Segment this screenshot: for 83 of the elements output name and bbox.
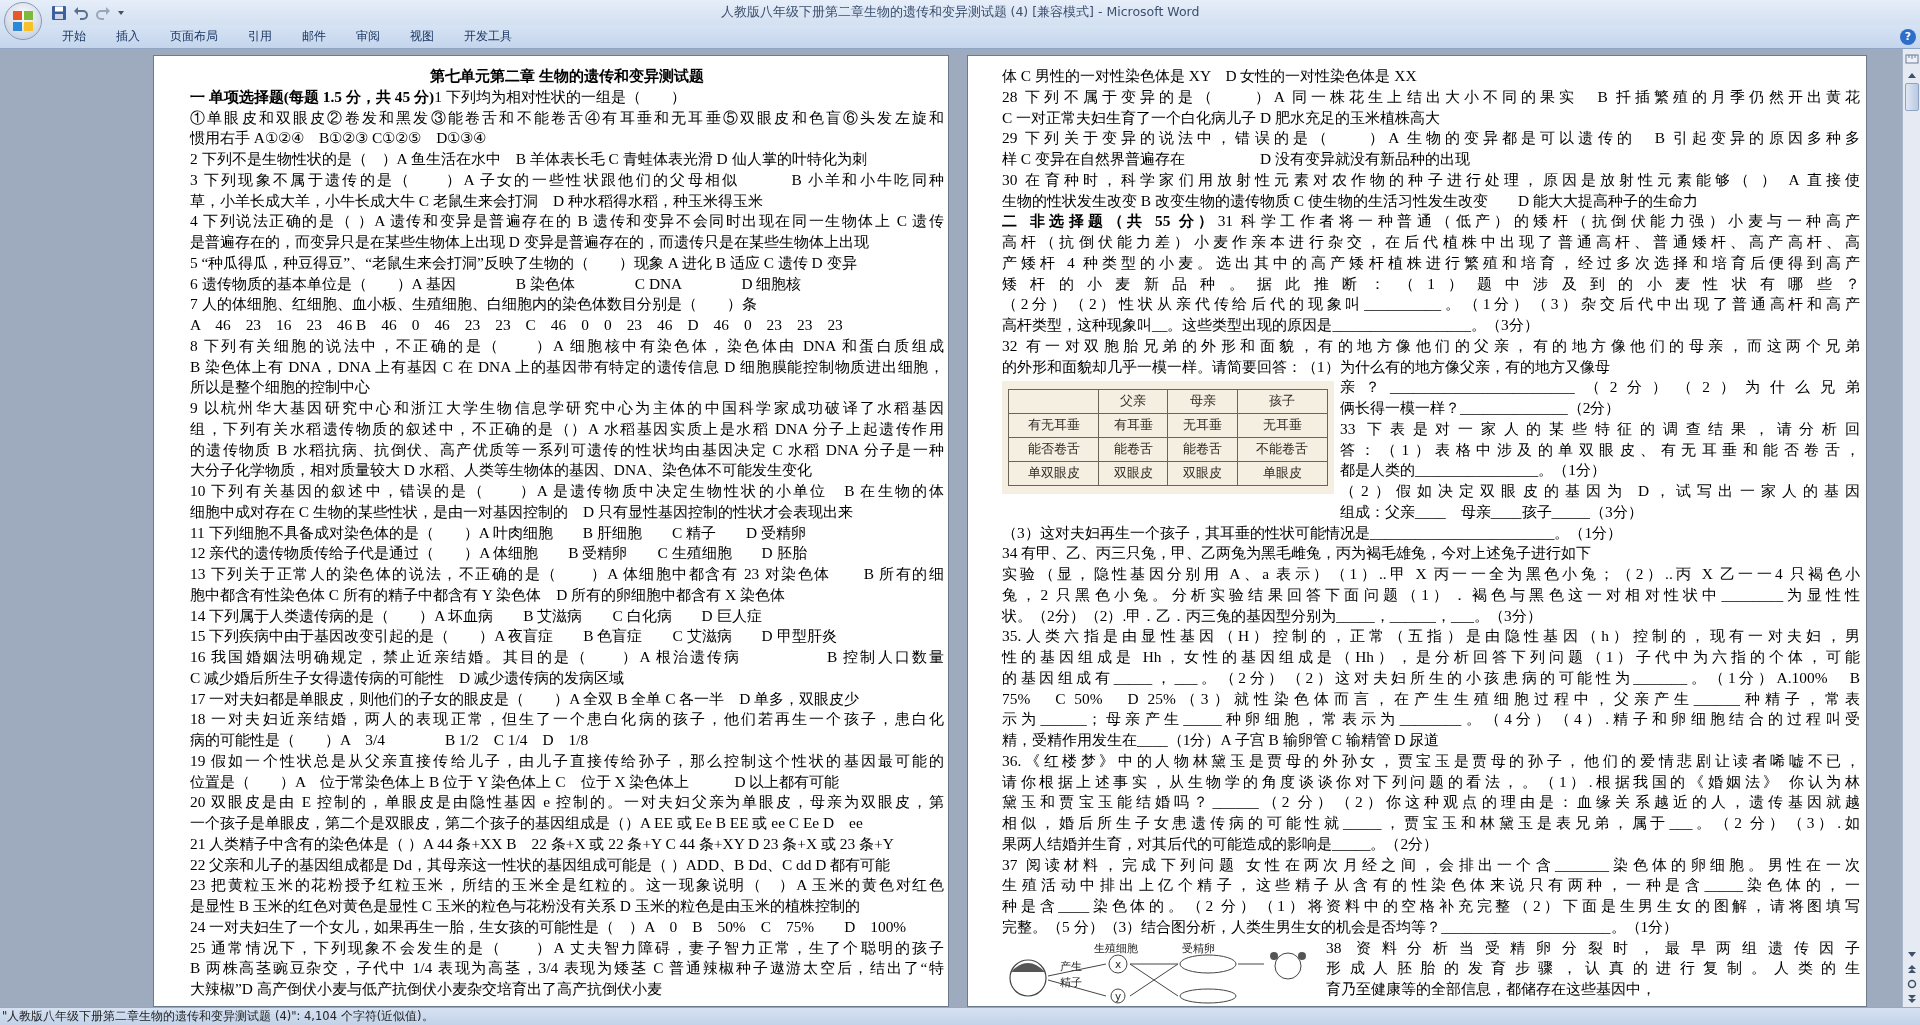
paragraph: 34 有甲、乙、丙三只兔，甲、乙两兔为黑毛雌兔，丙为褐毛雄兔，今对上述兔子进行如下 xyxy=(1002,543,1593,564)
paragraph: 4 下列说法正确的是（ ）A 遗传和变异是普遍存在的 B 遗传和变异不会同时出现在同一生物体上 C 遗传 是普遍存在的，而变异只是在某些生物体上出现 D 变异是普遍存在的，而遗传只是在某些生物体上出现 xyxy=(190,211,944,252)
paragraph: 22 父亲和儿子的基因组成都是 Dd，其母亲这一性状的基因组成可能是（ ）ADD、B Dd、C dd D 都有可能 xyxy=(190,854,892,875)
paragraph: 3 下列现象不属于遗传的是（ ）A 子女的一些性状跟他们的父母相似 B 小羊和小牛吃同种 草，小羊长成大羊，小牛长成大牛 C 老鼠生来会打洞 D 种水稻得水稻，种玉米得玉米 xyxy=(190,169,944,211)
browse-object-icon[interactable] xyxy=(1905,978,1918,990)
figure-label: x xyxy=(1114,957,1122,970)
person-head-drawing xyxy=(1009,958,1047,997)
paragraph: 8 下列有关细胞的说法中，不正确的是（ ）A 细胞核中有染色体，染色体由 DNA 和蛋白质组成 B 染色体上有 DNA，DNA 上有基因 C 在 DNA 上的基因带有特定的遗传信息 D 细胞膜能控制物质进出细胞， 所以是整个细胞的控制中心 xyxy=(190,335,944,398)
paragraph: 24 一对夫妇生了一个女儿，如果再生一胎，生女孩的可能性是（ ）A 0 B 50% C 75% D 100% xyxy=(190,916,908,937)
paragraph: 17 一对夫妇都是单眼皮，则他们的子女的眼皮是（ ）A 全双 B 全单 C 各一半 D 单多，双眼皮少 xyxy=(190,688,861,709)
paragraph: 2 下列不是生物性状的是（ ）A 鱼生活在水中 B 羊体表长毛 C 青蛙体表光滑 D 仙人掌的叶特化为刺 xyxy=(190,149,868,169)
table-cell: 无耳垂 xyxy=(1237,413,1328,438)
paragraph: 实验（显，隐性基因分别用 A、a 表示）（1）..甲 X 丙一一全为黑色小兔；（2）..丙 X 乙一一4 只褐色小 兔，2 只黑色小兔。分析实验结果回答下面问题（1）．褐色与黑色这一对相对性状中________为显性性 状。（2分）（2）.甲．乙．丙三兔的基因型分别为_____，______，___。（3分） xyxy=(1002,564,1860,626)
window-title: 人教版八年级下册第二章生物的遗传和变异测试题 (4) [兼容模式] - Microsoft Word xyxy=(719,4,1201,21)
table-cell: 有耳垂 xyxy=(1098,413,1168,438)
paragraph: 19 假如一个性状总是从父亲直接传给儿子，由儿子直接传给孙子，那么控制这个性状的基因最可能的 位置是（ ）A 位于常染色体上 B 位于 Y 染色体上 C 位于 X 染色体上 D 以上都有可能 xyxy=(190,750,944,792)
vertical-scrollbar[interactable] xyxy=(1902,49,1920,1007)
paragraph: 体 C 男性的一对性染色体是 XY D 女性的一对性染色体是 XX xyxy=(1002,66,1418,86)
paragraph: 25 通常情况下，下列现象不会发生的是（ ）A 丈夫智力障碍，妻子智力正常，生了个聪明的孩子 B 两株高茎豌豆杂交，子代中 1/4 表现为高茎，3/4 表现为矮茎 C 普通辣椒种子遨游太空后，结出了“特 大辣椒”D 高产倒伏小麦与低产抗倒伏小麦杂交培育出了高产抗倒伏小麦 xyxy=(190,937,944,999)
document-title: 第七单元第二章 生物的遗传和变异测试题 xyxy=(429,66,705,86)
table-cell: 无耳垂 xyxy=(1168,413,1238,438)
table-cell: 不能卷舌 xyxy=(1237,437,1328,462)
paragraph: 32 有一对双胞胎兄弟的外形和面貌，有的地方像他们的父亲，有的地方像他们的母亲，而这两个兄弟 的外形和面貌却几乎一模一样。请简要回答：（1）为什么有的地方像父亲，有的地方又像母 xyxy=(1002,335,1860,377)
table-cell: 单双眼皮 xyxy=(1008,461,1099,486)
paragraph: （3）这对夫妇再生一个孩子，其耳垂的性状可能情况是________________________。（1分） xyxy=(1002,522,1624,543)
paragraph: 36.《红楼梦》中的人物林黛玉是贾母的外孙女，贾宝玉是贾母的孙子，他们的爱情悲剧让读者唏嘘不已， 请你根据上述事实，从生物学的角度谈谈你对下列问题的看法，。（1）.根据我国的《婚姻法》 你认为林 黛玉和贾宝玉能结婚吗？______（2 分）（2）你这种观点的理由是：血缘关系越近的人，遗传基因就越 相似，婚后所生子女患遗传病的可能性就_____，贾宝玉和林黛玉是表兄弟，属于___。（2 分）（3）.如 果两人结婚并生育，对其后代的可能造成的影响是_____。（2分） xyxy=(1002,750,1860,854)
status-text: "人教版八年级下册第二章生物的遗传和变异测试题 (4)": 4,104 个字符(近似值)。 xyxy=(2,1009,434,1024)
column-header: 母亲 xyxy=(1168,389,1238,414)
paragraph: 6 遗传物质的基本单位是（ ）A 基因 B 染色体 C DNA D 细胞核 xyxy=(190,273,803,294)
table-cell: 单眼皮 xyxy=(1237,461,1328,486)
paragraph: 30 在育种时，科学家们用放射性元素对农作物的种子进行处理，原因是放射性元素能够（ ） A 直接使 生物的性状发生改变 B 改变生物的遗传物质 C 使生物的生活习性发生改变 D 能大大提高种子的生命力 xyxy=(1002,169,1860,211)
table-cell: 双眼皮 xyxy=(1168,461,1238,486)
figure-label: y xyxy=(1114,989,1122,1002)
paragraph: 14 下列属于人类遗传病的是（ ）A 坏血病 B 艾滋病 C 白化病 D 巨人症 xyxy=(190,605,763,626)
scroll-thumb[interactable] xyxy=(1904,83,1919,111)
paragraph: 7 人的体细胞、红细胞、血小板、生殖细胞、白细胞内的染色体数目分别是（ ）条 xyxy=(190,294,758,315)
figure-label: 生殖细胞 xyxy=(1094,941,1138,954)
ribbon-tab[interactable]: 插入 xyxy=(102,25,154,48)
save-icon[interactable] xyxy=(50,3,68,22)
paragraph: 16 我国婚姻法明确规定，禁止近亲结婚。其目的是（ ）A 根治遗传病 B 控制人口数量 C 减少婚后所生子女得遗传病的可能性 D 减少遗传病的发病区域 xyxy=(190,647,944,688)
paragraph: 15 下列疾病中由于基因改变引起的是（ ）A 夜盲症 B 色盲症 C 艾滋病 D 甲型肝炎 xyxy=(190,626,838,647)
office-logo-icon xyxy=(12,10,34,32)
table-cell: 有无耳垂 xyxy=(1008,413,1099,438)
paragraph: 一 单项选择题(每题 1.5 分，共 45 分)1 下列均为相对性状的一组是（ ） xyxy=(190,86,687,107)
figure-label: 产生 xyxy=(1060,959,1082,972)
table-cell: 双眼皮 xyxy=(1098,461,1168,486)
paragraph: 20 双眼皮是由 E 控制的，单眼皮是由隐性基因 e 控制的。一对夫妇父亲为单眼皮，母亲为双眼皮，第 一个孩子是单眼皮，第二个是双眼皮，第二个孩子的基因组成是（）A EE 或 Ee B EE 或 ee C Ee D ee xyxy=(190,792,944,833)
child-head-drawing xyxy=(1270,951,1306,979)
column-header: 父亲 xyxy=(1098,389,1168,414)
paragraph: 13 下列关于正常人的染色体的说法，不正确的是（ ）A 体细胞中都含有 23 对染色体 B 所有的细 胞中都含有性染色体 C 所有的精子中都含有 Y 染色体 D 所有的卵细胞中都含有 X 染色体 xyxy=(190,564,944,605)
ribbon-tab[interactable]: 页面布局 xyxy=(156,25,232,48)
paragraph: 10 下列有关基因的叙述中，错误的是（ ）A 是遗传物质中决定生物性状的小单位 B 在生物的体 细胞中成对存在 C 生物的某些性状，是由一对基因控制的 D 只有显性基因控制的性状才会表现出来 xyxy=(190,481,944,522)
ribbon-tab[interactable]: 开发工具 xyxy=(450,25,526,48)
paragraph: 9 以杭州华大基因研究中心和浙江大学生物信息学研究中心为主体的中国科学家成功破译了水稻基因 组，下列有关水稻遗传物质的叙述中，不正确的是（）A 水稻基因实质上是水稻 DNA 分子上起遗传作用 的遗传物质 B 水稻抗病、抗倒伏、高产优质等一系列可遗传的性状均由基因决定 C 水稻 DNA 分子是一种 大分子化学物质，相对质量较大 D 水稻、人类等生物体的基因、DNA、染色体不可能发生变化 xyxy=(190,398,944,481)
ribbon-tab[interactable]: 视图 xyxy=(396,25,448,48)
ribbon-tab[interactable]: 审阅 xyxy=(342,25,394,48)
ribbon-tab[interactable]: 邮件 xyxy=(288,25,340,48)
paragraph: 33 下表是对一家人的某些特征的调查结果，请分析回 答：（1）表格中涉及的单双眼皮、有无耳垂和能否卷舌， 都是人类的________________。（1分） xyxy=(1340,418,1860,481)
table-cell: 能否卷舌 xyxy=(1008,437,1099,462)
paragraph: 38 资料分析当受精卵分裂时，最早两组遗传因子 形成人胚胎的发育步骤，认真的进行复制。人类的生 育乃至健康等的全部信息，都储存在这些基因中， xyxy=(1326,937,1860,999)
table-cell: 能卷舌 xyxy=(1168,437,1238,462)
paragraph: 37 阅读材料，完成下列问题 女性在两次月经之间，会排出一个含_______染色体的卵细胞。男性在一次 生殖活动中排出上亿个精子，这些精子从含有的性染色体来说只有两种，一种是含_____染色体的，一 种是含____染色体的。（2 分）（1）将资料中的空格补充完整（2）下面是生男生女的图解，请将图填写 完整。（5 分）（3）结合图分析，人类生男生女的机会是否均等？______________________。（1分） xyxy=(1002,854,1860,937)
paragraph: 二 非选择题（共 55 分）31 科学工作者将一种普通（低产）的矮杆（抗倒伏能力强）小麦与一种高产 高杆（抗倒伏能力差）小麦作亲本进行杂交，在后代植株中出现了普通高杆、普通矮杆、高产高杆、高 产矮杆 4 种类型的小麦。选出其中的高产矮杆植株进行繁殖和培育，经过多次选择和培育后便得到高产 矮杆的小麦新品种。据此推断：（1）题中涉及到的小麦性状有哪些？ （2分）（2）性状从亲代传给后代的现象叫__________。（1分）（3）杂交后代中出现了普通高杆和高产 高杆类型，这种现象叫__。这些类型出现的原因是__________________。（3分） xyxy=(1002,211,1860,335)
ribbon-tab[interactable]: 开始 xyxy=(48,25,100,48)
paragraph: 21 人类精子中含有的染色体是（ ）A 44 条+XX B 22 条+X 或 22 条+Y C 44 条+XY D 23 条+X 或 23 条+Y xyxy=(190,833,895,854)
help-button[interactable]: ? xyxy=(1900,28,1916,45)
figure-label: 精子 xyxy=(1060,975,1082,988)
paragraph: 11 下列细胞不具备成对染色体的是（ ）A 叶肉细胞 B 肝细胞 C 精子 D 受精卵 xyxy=(190,522,807,543)
paragraph: 12 亲代的遗传物质传给子代是通过（ ）A 体细胞 B 受精卵 C 生殖细胞 D 胚胎 xyxy=(190,543,808,564)
paragraph: 28 下列不属于变异的是（ ）A 同一株花生上结出大小不同的果实 B 扦插繁殖的月季仍然开出黄花 C 一对正常夫妇生育了一个白化病儿子 D 肥水充足的玉米植株高大 xyxy=(1002,86,1860,128)
paragraph: ①单眼皮和双眼皮②卷发和黑发③能卷舌和不能卷舌④有耳垂和无耳垂⑤双眼皮和色盲⑥头发左旋和 惯用右手 A①②④ B①②③ C①②⑤ D①③④ xyxy=(190,107,944,149)
column-header: 孩子 xyxy=(1237,389,1328,414)
paragraph: 35.人类六指是由显性基因（H）控制的，正常（五指）是由隐性基因（h）控制的，现有一对夫妇，男 性的基因组成是 Hh，女性的基因组成是（Hh），是分析回答下列问题（1）子代中为六指的个体，可能 的基因组成有_____，___。（2分）（2）这对夫妇所生的小孩患病的可能性为_______。（1分）A.100% B 75% C 50% D 25%（3）就性染色体而言，在产生生殖细胞过程中，父亲产生______种精子，常表 示为______；母亲产生_____种卵细胞，常表示为________。（4分）（4）.精子和卵细胞结合的过程叫受 精，受精作用发生在____（1分）A 子宫 B 输卵管 C 输精管 D 尿道 xyxy=(1002,626,1860,750)
ribbon-tab[interactable]: 引用 xyxy=(234,25,286,48)
paragraph: 18 一对夫妇近亲结婚，两人的表现正常，但生了一个患白化病的孩子，他们若再生一个孩子，患白化 病的可能性是（ ）A 3/4 B 1/2 C 1/4 D 1/8 xyxy=(190,709,944,750)
paragraph: （2）假如决定双眼皮的基因为 D，试写出一家人的基因 组成：父亲____ 母亲____孩子_____（3分） xyxy=(1340,481,1860,522)
figure-label: 受精卵 xyxy=(1182,941,1215,954)
paragraph: 23 把黄粒玉米的花粉授予红粒玉米，所结的玉米全是红粒的。这一现象说明（ ）A 玉米的黄色对红色 是显性 B 玉米的红色对黄色是显性 C 玉米的粒色与花粉没有关系 D 玉米的粒色是由玉米的植株控制的 xyxy=(190,875,944,916)
paragraph: 亲？________________________（2分）（2）为什么兄弟 俩长得一模一样？______________（2分） xyxy=(1340,377,1860,418)
paragraph: 5 “种瓜得瓜，种豆得豆”、“老鼠生来会打洞”反映了生物的（ ）现象 A 进化 B 适应 C 遗传 D 变异 xyxy=(190,252,858,273)
paragraph: A 46 23 16 23 46 B 46 0 46 23 23 C 46 0 0 23 46 D 46 0 23 23 23 xyxy=(190,315,844,335)
table-cell: 能卷舌 xyxy=(1098,437,1168,462)
paragraph: 29 下列关于变异的说法中，错误的是（ ）A 生物的变异都是可以遗传的 B 引起变异的原因多种多 样 C 变异在自然界普遍存在 D 没有变异就没有新品种的出现 xyxy=(1002,128,1860,169)
